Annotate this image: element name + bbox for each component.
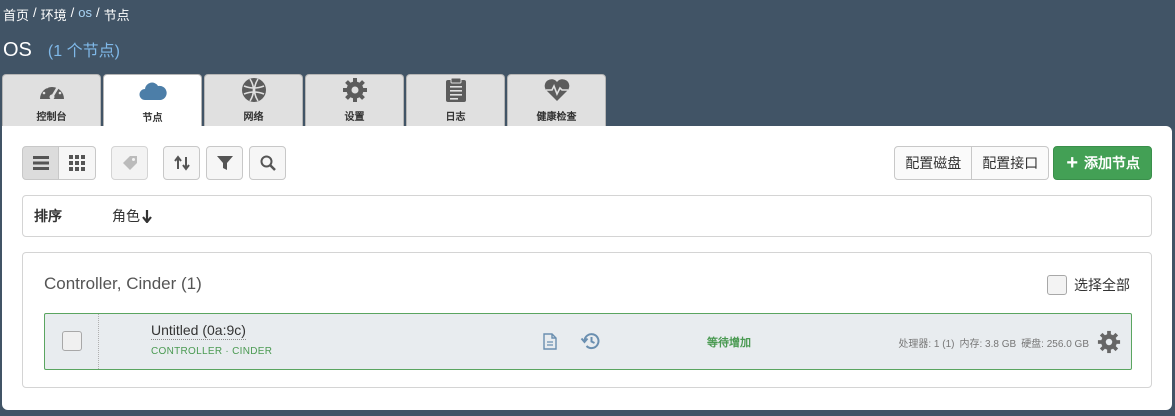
tab-networks[interactable]: 网络 [204, 74, 303, 126]
list-icon [32, 156, 49, 170]
sort-by-role[interactable]: 角色 [112, 206, 152, 226]
search-icon [260, 155, 276, 171]
breadcrumb-home[interactable]: 首页 [3, 5, 29, 24]
node-ram: 内存: 3.8 GB [959, 339, 1017, 350]
dashboard-icon [37, 77, 67, 103]
node-count: (1 个节点) [47, 43, 120, 60]
clipboard-icon [441, 77, 471, 103]
tab-label: 健康检查 [536, 112, 577, 123]
gear-icon [340, 77, 370, 103]
select-all[interactable]: 选择全部 [1047, 275, 1130, 295]
list-view-button[interactable] [22, 146, 59, 180]
node-roles: CONTROLLER · CINDER [151, 346, 273, 357]
breadcrumb: 首页 / 环境 / os / 节点 [3, 5, 130, 24]
sort-icon [173, 155, 190, 171]
add-nodes-label: 添加节点 [1084, 155, 1140, 171]
node-status: 等待增加 [707, 336, 751, 349]
file-icon[interactable] [543, 333, 557, 355]
compact-view-button[interactable] [59, 146, 96, 180]
node-name[interactable]: Untitled (0a:9c) [151, 322, 246, 340]
nodes-panel: 配置磁盘 配置接口 + 添加节点 排序 角色 Controller, Cinde… [2, 126, 1172, 410]
breadcrumb-separator: / [70, 5, 75, 20]
configure-interfaces-button[interactable]: 配置接口 [972, 146, 1050, 180]
labels-button[interactable] [111, 146, 148, 180]
node-cpu: 处理器: 1 (1) [898, 339, 955, 350]
filter-button[interactable] [206, 146, 243, 180]
tab-logs[interactable]: 日志 [406, 74, 505, 126]
nodes-toolbar [22, 146, 286, 180]
search-button[interactable] [249, 146, 286, 180]
tab-dashboard[interactable]: 控制台 [2, 74, 101, 126]
tag-icon [122, 156, 137, 170]
sort-role-label: 角色 [112, 208, 140, 224]
network-icon [239, 77, 269, 103]
cloud-icon [138, 78, 168, 104]
environment-tabs: 控制台 节点 网络 设置 日志 健康检查 [2, 74, 606, 127]
breadcrumb-separator: / [96, 5, 100, 20]
select-all-checkbox[interactable] [1047, 275, 1067, 295]
tab-label: 设置 [344, 112, 365, 123]
select-all-label: 选择全部 [1074, 277, 1130, 293]
tab-label: 网络 [243, 112, 264, 123]
add-nodes-button[interactable]: + 添加节点 [1053, 146, 1152, 180]
breadcrumb-environments[interactable]: 环境 [41, 5, 67, 24]
node-group-title: Controller, Cinder (1) [44, 274, 202, 293]
view-mode-switcher [22, 146, 96, 180]
history-icon[interactable] [580, 332, 600, 355]
tab-label: 日志 [445, 112, 466, 123]
node-checkbox[interactable] [62, 331, 82, 351]
breadcrumb-current: 节点 [103, 8, 130, 23]
sort-label: 排序 [34, 208, 62, 224]
configure-disks-button[interactable]: 配置磁盘 [894, 146, 973, 180]
tab-nodes[interactable]: 节点 [103, 74, 202, 127]
node-item[interactable]: Untitled (0a:9c) CONTROLLER · CINDER 等待增… [44, 313, 1132, 370]
node-group: Controller, Cinder (1) 选择全部 Untitled (0a… [22, 252, 1152, 388]
environment-name: OS [3, 39, 32, 61]
breadcrumb-env[interactable]: os [78, 5, 92, 24]
configure-group: 配置磁盘 配置接口 [894, 146, 1050, 180]
tab-label: 节点 [142, 113, 163, 124]
gear-icon[interactable] [1097, 330, 1121, 359]
tab-label: 控制台 [36, 112, 67, 123]
divider [98, 314, 99, 369]
tab-settings[interactable]: 设置 [305, 74, 404, 126]
tab-health-check[interactable]: 健康检查 [507, 74, 606, 126]
page-title: OS (1 个节点) [3, 37, 120, 62]
node-specs: 处理器: 1 (1) 内存: 3.8 GB 硬盘: 256.0 GB [898, 335, 1089, 350]
node-hdd: 硬盘: 256.0 GB [1021, 339, 1089, 350]
sort-button[interactable] [163, 146, 200, 180]
filter-icon [216, 156, 233, 170]
breadcrumb-separator: / [33, 5, 37, 20]
arrow-down-icon [142, 209, 152, 223]
plus-icon: + [1066, 152, 1078, 174]
node-actions: 配置磁盘 配置接口 + 添加节点 [894, 146, 1152, 180]
heart-pulse-icon [542, 77, 572, 103]
sort-bar: 排序 角色 [22, 195, 1152, 237]
grid-icon [69, 155, 85, 171]
